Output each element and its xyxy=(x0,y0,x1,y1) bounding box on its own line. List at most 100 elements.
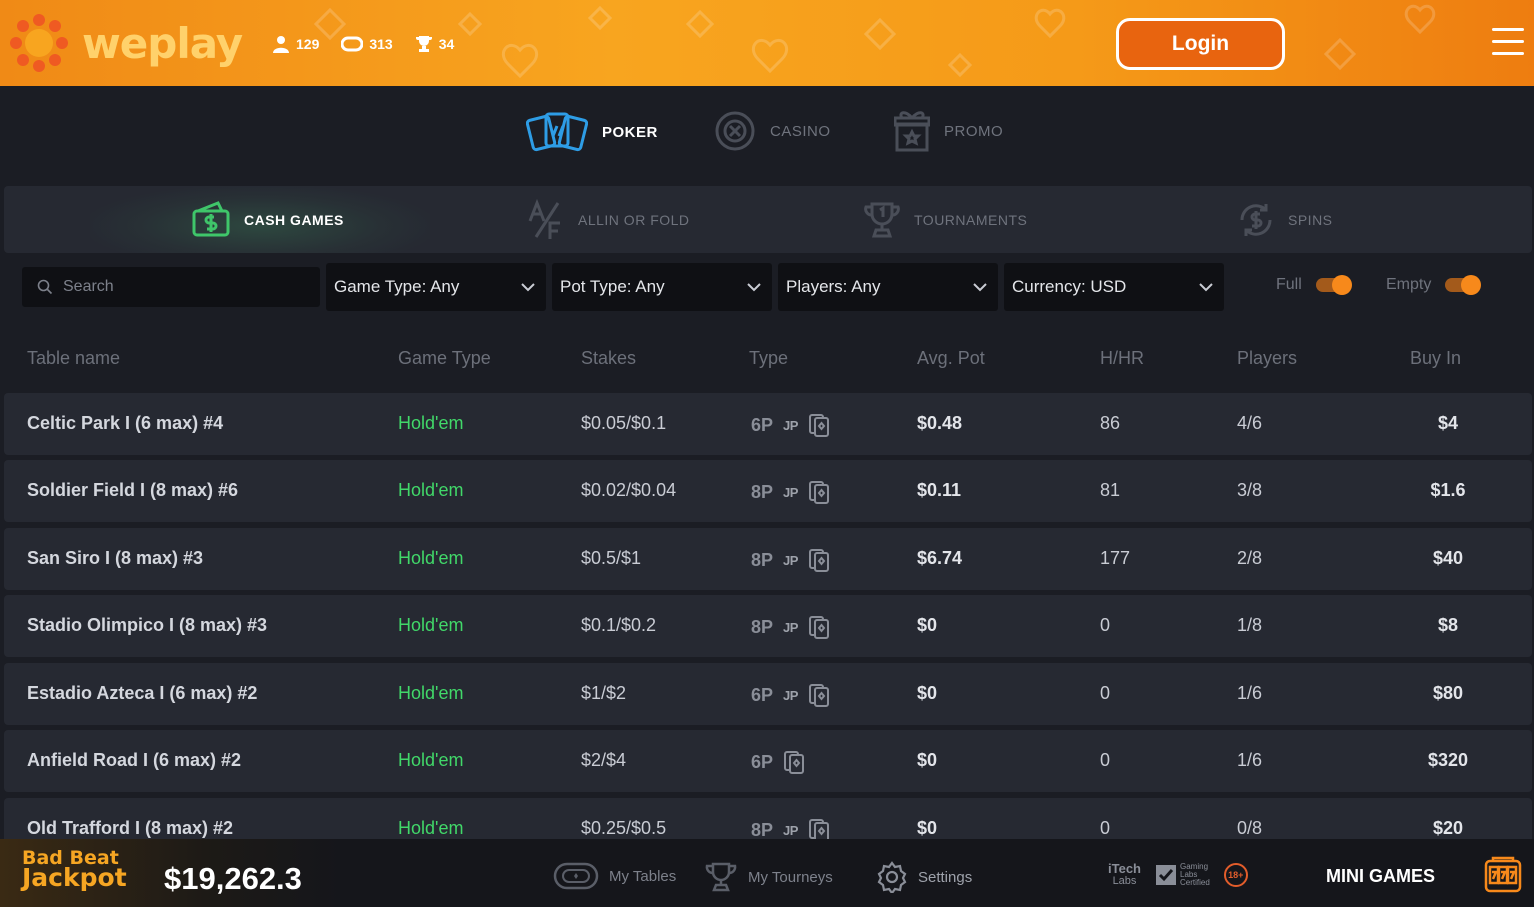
page: weplay 129 313 34 Login POKER CASINO PRO… xyxy=(0,0,1534,907)
row-avg-pot: $0 xyxy=(917,615,938,635)
row-stakes: $0.1/$0.2 xyxy=(581,615,657,635)
settings-label: Settings xyxy=(918,868,973,886)
tab-allin-or-fold-label: ALLIN OR FOLD xyxy=(578,211,690,228)
col-buy-in[interactable]: Buy In xyxy=(1410,348,1461,369)
tab-cash-games[interactable]: CASH GAMES xyxy=(190,186,344,253)
card-deck-icon xyxy=(808,549,829,572)
chevron-down-icon xyxy=(521,283,535,292)
game-type-select[interactable]: Game Type: Any xyxy=(326,263,546,311)
pot-type-select[interactable]: Pot Type: Any xyxy=(552,263,772,311)
col-game-type[interactable]: Game Type xyxy=(398,348,491,369)
currency-select[interactable]: Currency: USD xyxy=(1004,263,1224,311)
mini-games-button[interactable]: MINI GAMES xyxy=(1326,866,1435,887)
login-button[interactable]: Login xyxy=(1116,18,1285,70)
row-hhr: 81 xyxy=(1100,480,1121,500)
row-game-type: Hold'em xyxy=(398,548,464,568)
row-buy-in: $4 xyxy=(1437,413,1459,433)
col-players[interactable]: Players xyxy=(1237,348,1297,369)
row-type: 6P JP xyxy=(751,413,830,437)
row-stakes: $0.02/$0.04 xyxy=(581,480,677,500)
row-type: 8P JP xyxy=(751,480,830,504)
my-tables-button[interactable]: My Tables xyxy=(553,861,676,891)
nav-casino[interactable]: CASINO xyxy=(714,110,831,152)
players-select[interactable]: Players: Any xyxy=(778,263,998,311)
row-hhr: 177 xyxy=(1100,548,1131,568)
row-hhr: 0 xyxy=(1100,750,1111,770)
nav-poker[interactable]: POKER xyxy=(526,110,658,154)
table-row[interactable]: Stadio Olimpico I (8 max) #3 Hold'em $0.… xyxy=(4,595,1532,657)
card-deck-icon xyxy=(808,684,829,707)
footer-bar: Bad Beat Jackpot $19,262.3 My Tables My … xyxy=(0,839,1534,907)
my-tourneys-label: My Tourneys xyxy=(748,868,833,886)
hamburger-menu-icon[interactable] xyxy=(1492,28,1524,58)
slot-machine-icon[interactable] xyxy=(1483,855,1523,895)
nav-promo-label: PROMO xyxy=(944,122,1004,140)
table-row[interactable]: San Siro I (8 max) #3 Hold'em $0.5/$1 8P… xyxy=(4,528,1532,590)
card-deck-icon xyxy=(808,481,829,504)
full-filter: Full xyxy=(1276,275,1352,295)
table-row[interactable]: Estadio Azteca I (6 max) #2 Hold'em $1/$… xyxy=(4,663,1532,725)
row-seats: 8P xyxy=(751,481,774,502)
tab-tournaments-label: TOURNAMENTS xyxy=(914,211,1028,228)
row-game-type: Hold'em xyxy=(398,413,464,433)
search-box xyxy=(22,267,320,307)
gaming-line3: Certified xyxy=(1180,878,1210,887)
my-tourneys-button[interactable]: My Tourneys xyxy=(704,861,833,893)
row-game-type: Hold'em xyxy=(398,818,464,838)
table-row[interactable]: Soldier Field I (8 max) #6 Hold'em $0.02… xyxy=(4,460,1532,522)
settings-button[interactable]: Settings xyxy=(876,861,972,893)
row-hhr: 0 xyxy=(1100,683,1111,703)
row-stakes: $0.5/$1 xyxy=(581,548,642,568)
tab-allin-or-fold[interactable]: ALLIN OR FOLD xyxy=(526,186,690,253)
row-seats: 8P xyxy=(751,616,774,637)
trophy-icon xyxy=(705,862,737,892)
nav-promo[interactable]: PROMO xyxy=(894,110,1003,152)
empty-toggle[interactable] xyxy=(1445,275,1482,295)
check-badge-icon xyxy=(1156,865,1176,885)
brand-wordmark: weplay xyxy=(82,18,243,68)
row-name: Celtic Park I (6 max) #4 xyxy=(27,413,224,433)
tab-tournaments[interactable]: TOURNAMENTS xyxy=(862,186,1027,253)
table-row[interactable]: Anfield Road I (6 max) #2 Hold'em $2/$4 … xyxy=(4,730,1532,792)
jackpot-label-line2: Jackpot xyxy=(22,863,127,892)
table-row[interactable]: Old Trafford I (8 max) #2 Hold'em $0.25/… xyxy=(4,798,1532,839)
row-game-type: Hold'em xyxy=(398,615,464,635)
age-restriction-badge: 18+ xyxy=(1223,863,1248,887)
af-icon xyxy=(528,198,560,239)
table-row[interactable]: Celtic Park I (6 max) #4 Hold'em $0.05/$… xyxy=(4,393,1532,455)
row-stakes: $0.25/$0.5 xyxy=(581,818,667,838)
row-stakes: $2/$4 xyxy=(581,750,627,770)
jackpot-badge: JP xyxy=(783,822,798,838)
row-avg-pot: $0.11 xyxy=(917,480,962,500)
jackpot-label: Bad Beat Jackpot xyxy=(22,849,127,892)
stat-tournaments-value: 34 xyxy=(438,36,455,52)
stat-tables-value: 313 xyxy=(369,36,393,52)
col-hhr[interactable]: H/HR xyxy=(1100,348,1144,369)
row-name: Old Trafford I (8 max) #2 xyxy=(27,818,234,838)
row-type: 8P JP xyxy=(751,615,830,639)
empty-filter: Empty xyxy=(1386,275,1482,295)
row-name: Stadio Olimpico I (8 max) #3 xyxy=(27,615,268,635)
nav-poker-label: POKER xyxy=(602,123,658,141)
online-stats: 129 313 34 xyxy=(272,35,454,53)
tab-spins[interactable]: SPINS xyxy=(1236,186,1333,253)
col-stakes[interactable]: Stakes xyxy=(581,348,636,369)
itech-line2: Labs xyxy=(1112,875,1137,887)
col-type[interactable]: Type xyxy=(749,348,788,369)
jackpot-badge: JP xyxy=(783,484,798,500)
row-type: 8P JP xyxy=(751,548,830,572)
jackpot-amount: $19,262.3 xyxy=(164,861,302,896)
trophy-icon xyxy=(415,36,432,52)
full-toggle[interactable] xyxy=(1315,275,1352,295)
gaming-labs-logo: Gaming Labs Certified xyxy=(1155,863,1210,887)
card-deck-icon xyxy=(808,616,829,639)
bad-beat-jackpot[interactable]: Bad Beat Jackpot $19,262.3 xyxy=(0,839,340,907)
col-avg-pot[interactable]: Avg. Pot xyxy=(917,348,985,369)
row-hhr: 86 xyxy=(1100,413,1121,433)
search-input[interactable] xyxy=(63,278,303,296)
col-table-name[interactable]: Table name xyxy=(27,348,120,369)
row-game-type: Hold'em xyxy=(398,480,464,500)
weplay-logo[interactable]: weplay xyxy=(10,14,243,72)
row-seats: 6P xyxy=(751,414,774,435)
certification-badges: iTech Labs Gaming Labs Certified 18+ xyxy=(1108,862,1248,887)
